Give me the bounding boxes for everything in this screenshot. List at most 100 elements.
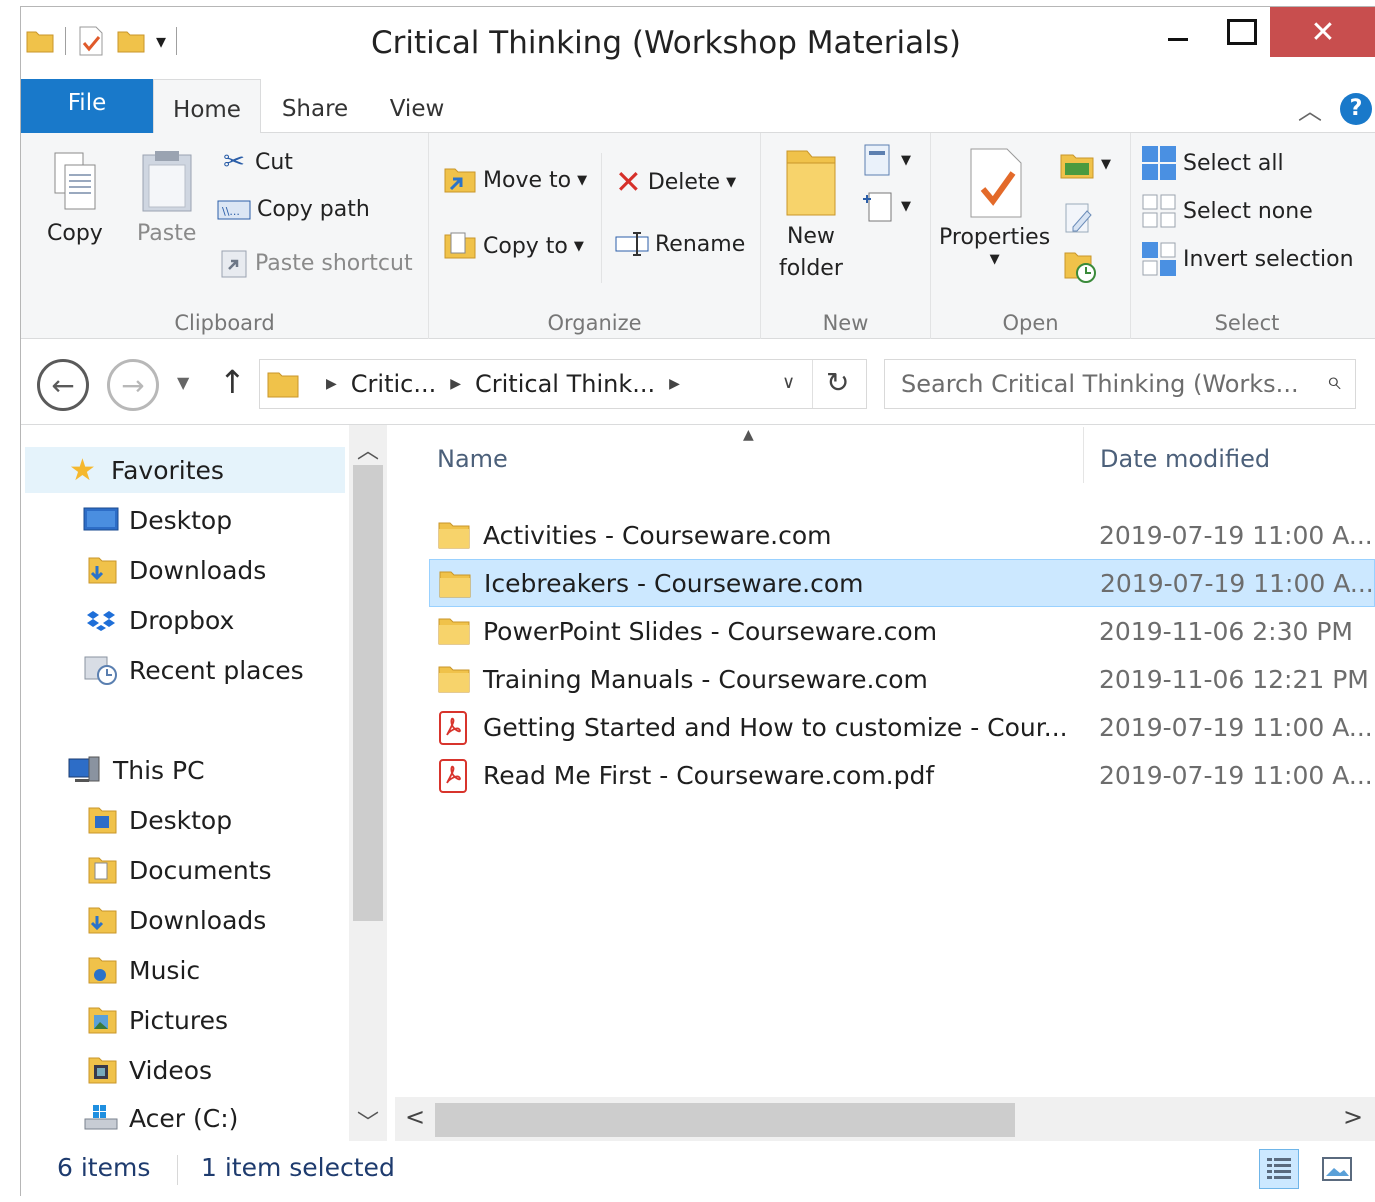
- scrollbar-thumb[interactable]: [435, 1103, 1015, 1137]
- divider: [177, 1155, 178, 1185]
- close-button[interactable]: ✕: [1270, 7, 1375, 57]
- nav-favorites[interactable]: ★ Favorites: [25, 447, 345, 493]
- nav-item-label: Documents: [129, 855, 272, 885]
- cut-button[interactable]: ✂ Cut: [219, 147, 293, 177]
- customize-toolbar-icon[interactable]: ▾: [156, 29, 166, 53]
- invert-selection-button[interactable]: Invert selection: [1141, 241, 1354, 277]
- breadcrumb-separator-icon[interactable]: ▶: [450, 376, 461, 392]
- search-input[interactable]: Search Critical Thinking (Works... ⌕: [884, 359, 1356, 409]
- nav-pane-scrollbar[interactable]: ︿ ﹀: [349, 425, 387, 1141]
- nav-item-desktop[interactable]: Desktop: [83, 797, 232, 843]
- address-dropdown-icon[interactable]: ∨: [782, 372, 795, 393]
- nav-item-downloads[interactable]: Downloads: [83, 897, 266, 943]
- paste-button[interactable]: Paste: [137, 149, 196, 246]
- select-group: Select all Select none Invert selection …: [1131, 133, 1363, 339]
- up-arrow-icon[interactable]: ↑: [219, 363, 246, 401]
- breadcrumb-item[interactable]: Critical Think...: [475, 370, 655, 398]
- divider: [812, 360, 813, 408]
- forward-arrow-icon: →: [121, 368, 145, 402]
- scroll-up-icon[interactable]: ︿: [357, 433, 379, 465]
- scrollbar-thumb[interactable]: [353, 465, 383, 921]
- collapse-ribbon-icon[interactable]: ︿: [1298, 91, 1322, 126]
- forward-button[interactable]: →: [107, 359, 159, 411]
- tab-file[interactable]: File: [21, 79, 153, 133]
- file-row[interactable]: Read Me First - Courseware.com.pdf 2019-…: [429, 751, 1375, 799]
- delete-button[interactable]: ✕ Delete ▼: [615, 163, 736, 201]
- select-all-icon: [1142, 146, 1176, 180]
- nav-item-label: Music: [129, 955, 201, 985]
- help-icon[interactable]: ?: [1340, 92, 1372, 125]
- open-button[interactable]: ▼: [1059, 147, 1111, 181]
- file-row[interactable]: Activities - Courseware.com 2019-07-19 1…: [429, 511, 1375, 559]
- file-row-selected[interactable]: Icebreakers - Courseware.com 2019-07-19 …: [429, 559, 1375, 607]
- file-date: 2019-07-19 11:00 A...: [1099, 520, 1373, 550]
- rename-button[interactable]: Rename: [615, 231, 745, 257]
- tab-share[interactable]: Share: [265, 79, 365, 133]
- large-icons-view-button[interactable]: [1317, 1149, 1357, 1189]
- new-item-button[interactable]: ▼: [861, 143, 911, 177]
- properties-button[interactable]: Properties ▼: [939, 147, 1050, 267]
- minimize-button[interactable]: [1153, 7, 1203, 57]
- easy-access-button[interactable]: ▼: [861, 189, 911, 223]
- breadcrumb-item[interactable]: Critic...: [351, 370, 436, 398]
- nav-item-videos[interactable]: Videos: [83, 1047, 212, 1093]
- file-date: 2019-07-19 11:00 A...: [1099, 760, 1373, 790]
- nav-item-label: Recent places: [129, 655, 304, 685]
- scroll-right-icon[interactable]: >: [1343, 1103, 1363, 1131]
- tab-home[interactable]: Home: [153, 79, 261, 134]
- edit-icon: [1065, 203, 1092, 233]
- paste-shortcut-button[interactable]: Paste shortcut: [219, 247, 413, 279]
- column-divider[interactable]: [1083, 427, 1084, 483]
- recent-locations-icon[interactable]: ▼: [177, 373, 189, 392]
- breadcrumb-separator-icon[interactable]: ▶: [669, 376, 680, 392]
- scroll-down-icon[interactable]: ﹀: [357, 1105, 379, 1137]
- file-row[interactable]: PowerPoint Slides - Courseware.com 2019-…: [429, 607, 1375, 655]
- nav-item-downloads[interactable]: Downloads: [83, 547, 266, 593]
- back-button[interactable]: ←: [37, 359, 89, 411]
- delete-label: Delete: [647, 169, 721, 195]
- file-row[interactable]: Training Manuals - Courseware.com 2019-1…: [429, 655, 1375, 703]
- refresh-icon[interactable]: ↻: [826, 366, 849, 399]
- select-none-button[interactable]: Select none: [1141, 193, 1313, 229]
- nav-item-label: Downloads: [129, 555, 267, 585]
- back-arrow-icon: ←: [51, 368, 75, 402]
- file-name: Training Manuals - Courseware.com: [483, 664, 928, 694]
- select-all-button[interactable]: Select all: [1141, 145, 1284, 181]
- properties-icon[interactable]: [76, 25, 106, 57]
- nav-item-desktop[interactable]: Desktop: [83, 497, 232, 543]
- copy-to-button[interactable]: Copy to ▼: [443, 229, 584, 263]
- column-header-name[interactable]: Name: [437, 445, 508, 473]
- file-row[interactable]: Getting Started and How to customize - C…: [429, 703, 1375, 751]
- nav-item-music[interactable]: Music: [83, 947, 200, 993]
- computer-icon: [68, 756, 100, 782]
- nav-item-pictures[interactable]: Pictures: [83, 997, 228, 1043]
- nav-item-label: Dropbox: [129, 605, 235, 635]
- nav-item-dropbox[interactable]: Dropbox: [83, 597, 234, 643]
- search-icon[interactable]: ⌕: [1326, 366, 1341, 397]
- edit-button[interactable]: [1063, 201, 1095, 235]
- copy-path-button[interactable]: \\... Copy path: [217, 197, 370, 222]
- nav-item-acer-c[interactable]: Acer (C:): [83, 1095, 238, 1141]
- search-placeholder: Search Critical Thinking (Works...: [901, 370, 1299, 398]
- file-name: PowerPoint Slides - Courseware.com: [483, 616, 938, 646]
- tab-view[interactable]: View: [377, 79, 457, 133]
- scroll-left-icon[interactable]: <: [405, 1103, 425, 1131]
- column-header-date-modified[interactable]: Date modified: [1100, 445, 1270, 473]
- details-view-button[interactable]: [1259, 1149, 1299, 1189]
- nav-item-recent-places[interactable]: Recent places: [83, 647, 304, 693]
- open-group: Properties ▼ ▼ Open: [931, 133, 1131, 339]
- nav-item-label: Desktop: [129, 505, 233, 535]
- nav-item-documents[interactable]: Documents: [83, 847, 272, 893]
- maximize-button[interactable]: [1217, 7, 1267, 57]
- dropdown-icon: ▼: [726, 174, 737, 190]
- copy-button[interactable]: Copy: [47, 149, 103, 246]
- new-folder-button[interactable]: New folder: [779, 145, 843, 285]
- breadcrumb-separator-icon[interactable]: ▶: [326, 376, 337, 392]
- move-to-button[interactable]: Move to ▼: [443, 163, 587, 197]
- address-bar[interactable]: ▶ Critic... ▶ Critical Think... ▶ ∨ ↻: [259, 359, 867, 409]
- new-folder-icon[interactable]: [116, 26, 146, 56]
- new-folder-icon: [786, 150, 836, 216]
- nav-this-pc[interactable]: This PC: [67, 747, 205, 793]
- file-list-horizontal-scrollbar[interactable]: < >: [395, 1097, 1375, 1141]
- history-button[interactable]: [1063, 249, 1097, 285]
